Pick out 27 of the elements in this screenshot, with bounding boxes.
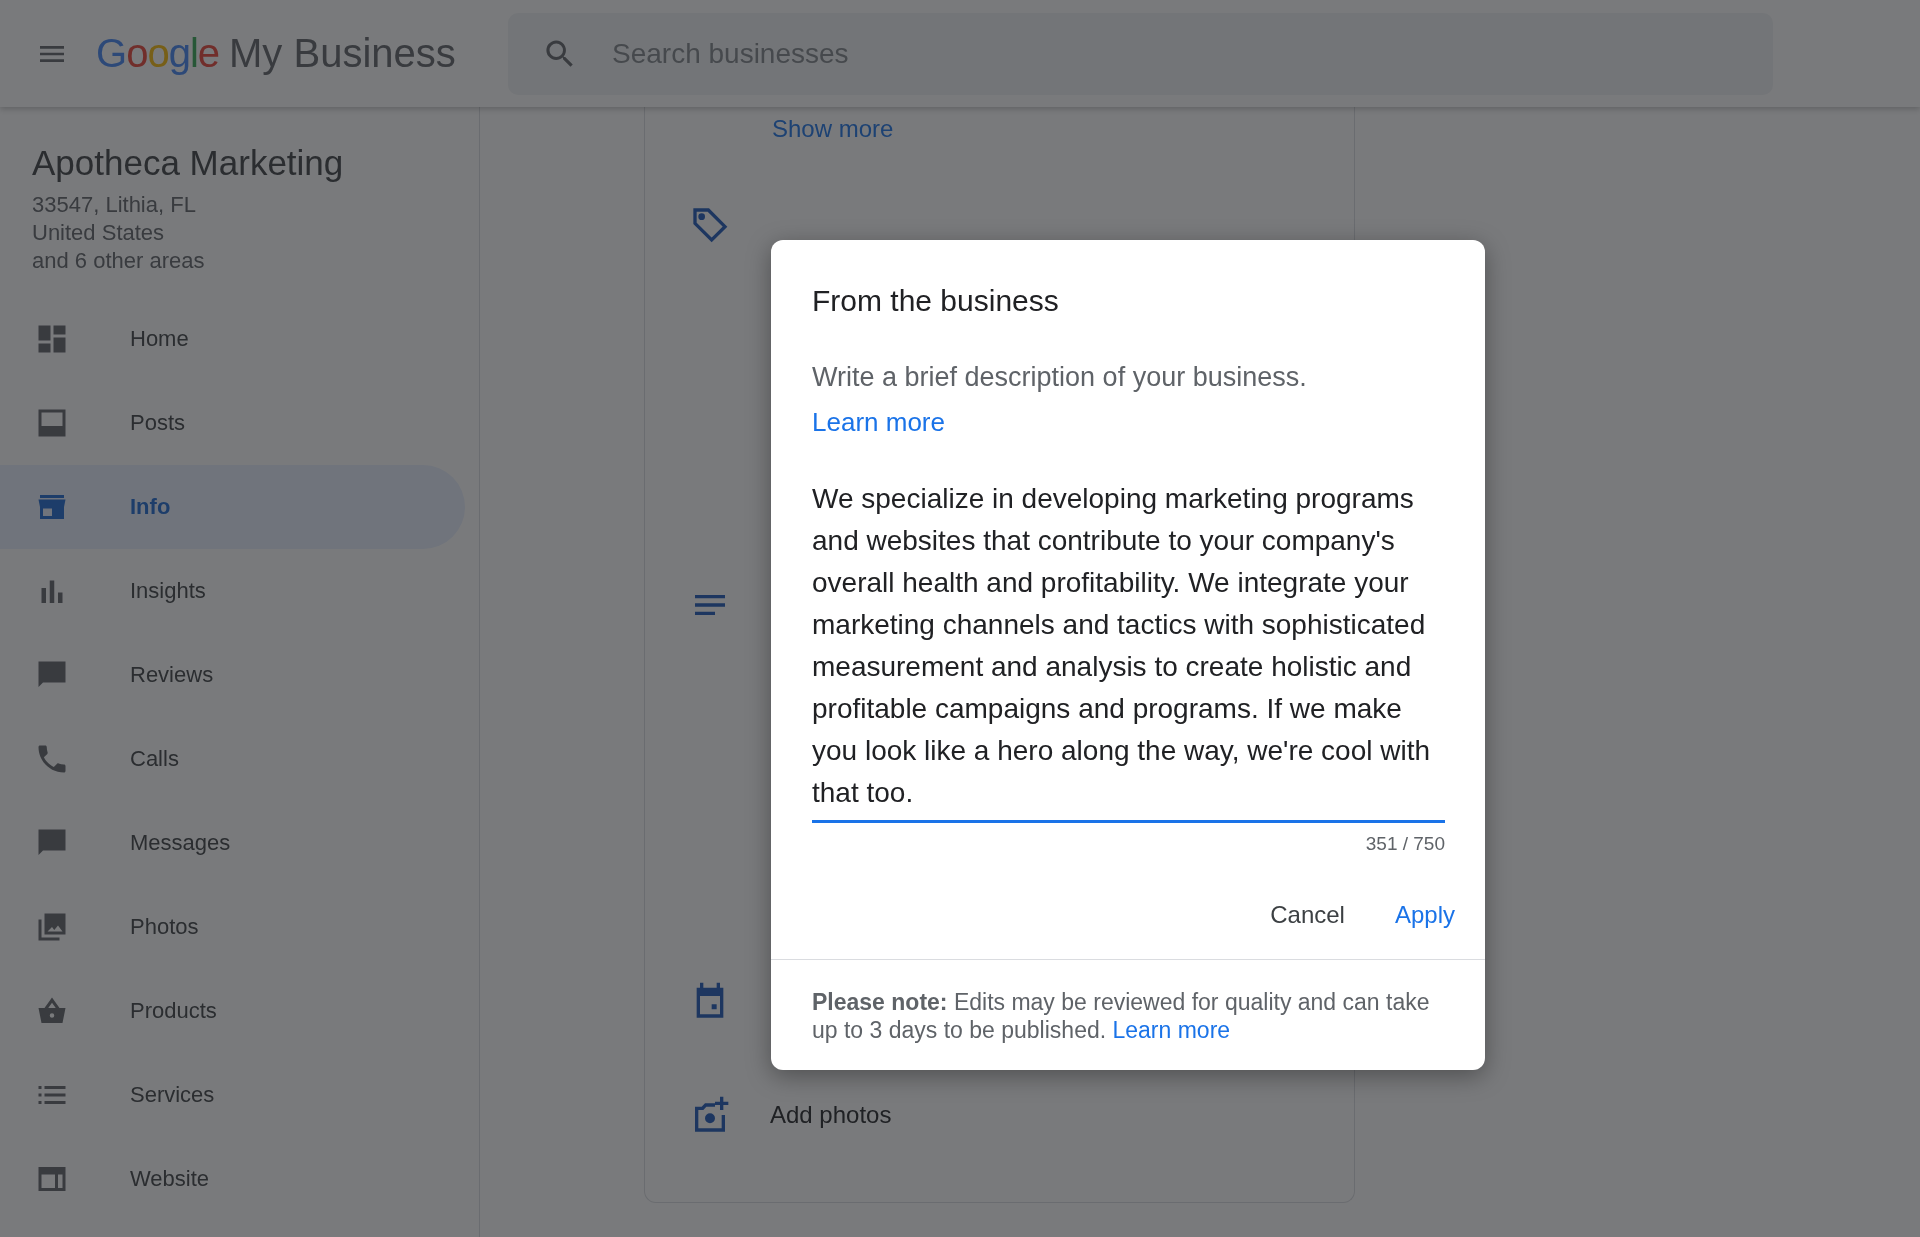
cancel-button[interactable]: Cancel [1250, 891, 1365, 939]
business-name: Apotheca Marketing [31, 143, 345, 183]
nav-item[interactable]: Services [0, 1053, 465, 1137]
apply-button[interactable]: Apply [1374, 891, 1475, 939]
business-address: United States [31, 219, 166, 247]
nav-item[interactable]: Messages [0, 801, 465, 885]
show-more-link[interactable]: Show more [772, 115, 894, 143]
nav-item[interactable]: Photos [0, 885, 465, 969]
business-address: 33547, Lithia, FL [31, 191, 197, 219]
dialog-title: From the business [812, 284, 1060, 318]
business-address: and 6 other areas [31, 247, 206, 275]
nav-item[interactable]: Calls [0, 717, 465, 801]
nav-item[interactable]: Info [0, 465, 465, 549]
add-photos-label[interactable]: Add photos [770, 1101, 892, 1129]
nav-item[interactable]: Posts [0, 381, 465, 465]
nav-item[interactable]: Website [0, 1137, 465, 1221]
tag-icon [690, 205, 730, 245]
learn-more-link[interactable]: Learn more [812, 407, 945, 438]
nav-item[interactable]: Reviews [0, 633, 465, 717]
nav-item[interactable]: Home [0, 297, 465, 381]
nav-item[interactable]: Insights [0, 549, 465, 633]
character-counter: 351 / 750 [1365, 833, 1445, 855]
nav-item[interactable]: Products [0, 969, 465, 1053]
dialog-description: Write a brief description of your business. [812, 362, 1308, 393]
logo[interactable]: Google My Business [96, 31, 496, 76]
review-note: Please note: Edits may be reviewed for quality and can take up to 3 days to be published. Learn more [771, 959, 1485, 1070]
learn-more-link[interactable]: Learn more [1112, 1017, 1231, 1043]
